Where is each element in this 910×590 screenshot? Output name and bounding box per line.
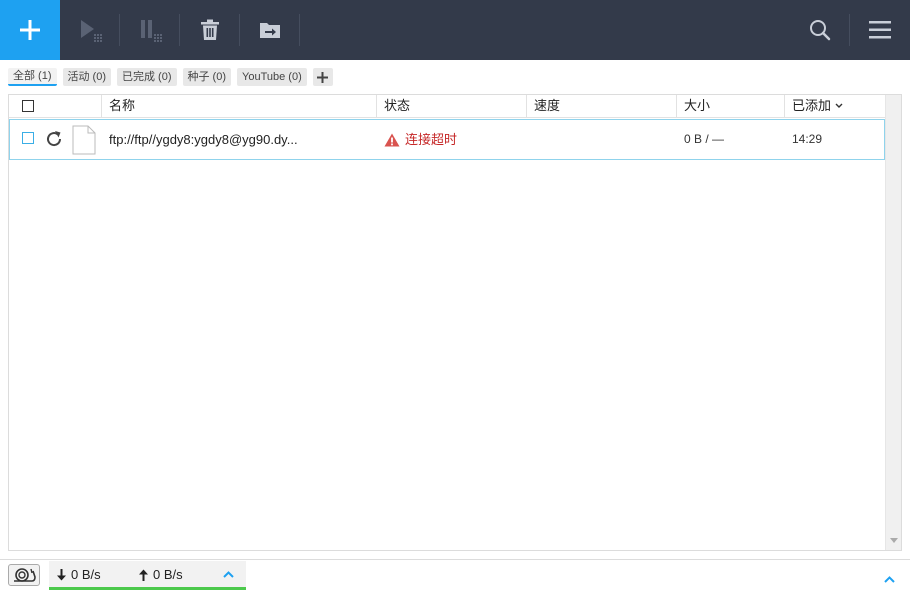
vertical-scrollbar[interactable] bbox=[885, 95, 901, 550]
tab-active[interactable]: 活动 (0) bbox=[62, 68, 111, 86]
file-icon bbox=[72, 125, 96, 160]
row-checkbox[interactable] bbox=[22, 132, 34, 144]
speed-cell bbox=[534, 120, 674, 159]
search-button[interactable] bbox=[790, 0, 850, 60]
folder-move-icon bbox=[260, 23, 280, 38]
expand-panel-button[interactable] bbox=[884, 570, 895, 588]
sort-chevron-down-icon bbox=[835, 103, 843, 108]
toolbar bbox=[0, 0, 910, 60]
pause-icon bbox=[141, 20, 162, 42]
chevron-up-icon bbox=[884, 576, 895, 583]
table-header: 名称 状态 速度 大小 已添加 bbox=[9, 95, 886, 118]
column-added-label: 已添加 bbox=[792, 98, 832, 113]
add-tab-button[interactable] bbox=[312, 68, 333, 86]
tab-torrents[interactable]: 种子 (0) bbox=[182, 68, 231, 86]
filter-tabs: 全部 (1) 活动 (0) 已完成 (0) 种子 (0) YouTube (0) bbox=[8, 68, 333, 86]
column-added[interactable]: 已添加 bbox=[784, 95, 876, 117]
status-cell: 连接超时 bbox=[384, 120, 524, 159]
download-list: 名称 状态 速度 大小 已添加 ftp://ftp//ygdy8:ygdy8@y… bbox=[8, 94, 902, 551]
trash-icon bbox=[201, 19, 219, 40]
delete-button[interactable] bbox=[180, 0, 240, 60]
file-name: ftp://ftp//ygdy8:ygdy8@yg90.dy... bbox=[109, 132, 298, 147]
size-cell: 0 B / — bbox=[684, 132, 725, 146]
upload-speed: 0 B/s bbox=[139, 567, 183, 582]
select-all-checkbox[interactable] bbox=[22, 100, 34, 112]
upload-speed-value: 0 B/s bbox=[153, 567, 183, 582]
plus-icon bbox=[20, 20, 40, 40]
play-icon bbox=[81, 20, 102, 42]
snail-icon bbox=[14, 568, 36, 582]
pause-button[interactable] bbox=[120, 0, 180, 60]
arrow-up-icon bbox=[139, 569, 148, 581]
move-button[interactable] bbox=[240, 0, 300, 60]
column-speed[interactable]: 速度 bbox=[526, 95, 676, 117]
status-bar: 0 B/s 0 B/s bbox=[0, 559, 910, 590]
table-row[interactable]: ftp://ftp//ygdy8:ygdy8@yg90.dy... 连接超时 0… bbox=[9, 119, 885, 160]
speed-panel[interactable]: 0 B/s 0 B/s bbox=[49, 561, 246, 590]
arrow-down-icon bbox=[57, 568, 66, 580]
add-button[interactable] bbox=[0, 0, 60, 60]
warning-icon bbox=[384, 133, 400, 146]
column-status[interactable]: 状态 bbox=[376, 95, 526, 117]
hamburger-menu-icon bbox=[869, 21, 891, 39]
added-cell: 14:29 bbox=[792, 132, 823, 146]
download-speed-value: 0 B/s bbox=[71, 567, 101, 582]
refresh-icon bbox=[47, 131, 62, 147]
plus-icon bbox=[317, 71, 329, 83]
column-size[interactable]: 大小 bbox=[676, 95, 784, 117]
status-text: 连接超时 bbox=[405, 132, 458, 147]
toolbar-separator bbox=[299, 14, 300, 46]
retry-button[interactable] bbox=[44, 129, 64, 154]
chevron-up-icon bbox=[223, 571, 234, 578]
resume-button[interactable] bbox=[60, 0, 120, 60]
download-speed: 0 B/s bbox=[57, 567, 101, 582]
speed-limit-button[interactable] bbox=[8, 564, 40, 586]
scroll-down-icon bbox=[890, 538, 898, 543]
tab-youtube[interactable]: YouTube (0) bbox=[237, 68, 307, 86]
tab-all[interactable]: 全部 (1) bbox=[8, 68, 57, 86]
menu-button[interactable] bbox=[850, 0, 910, 60]
tab-completed[interactable]: 已完成 (0) bbox=[117, 68, 177, 86]
search-icon bbox=[810, 20, 831, 41]
column-name[interactable]: 名称 bbox=[101, 95, 376, 117]
